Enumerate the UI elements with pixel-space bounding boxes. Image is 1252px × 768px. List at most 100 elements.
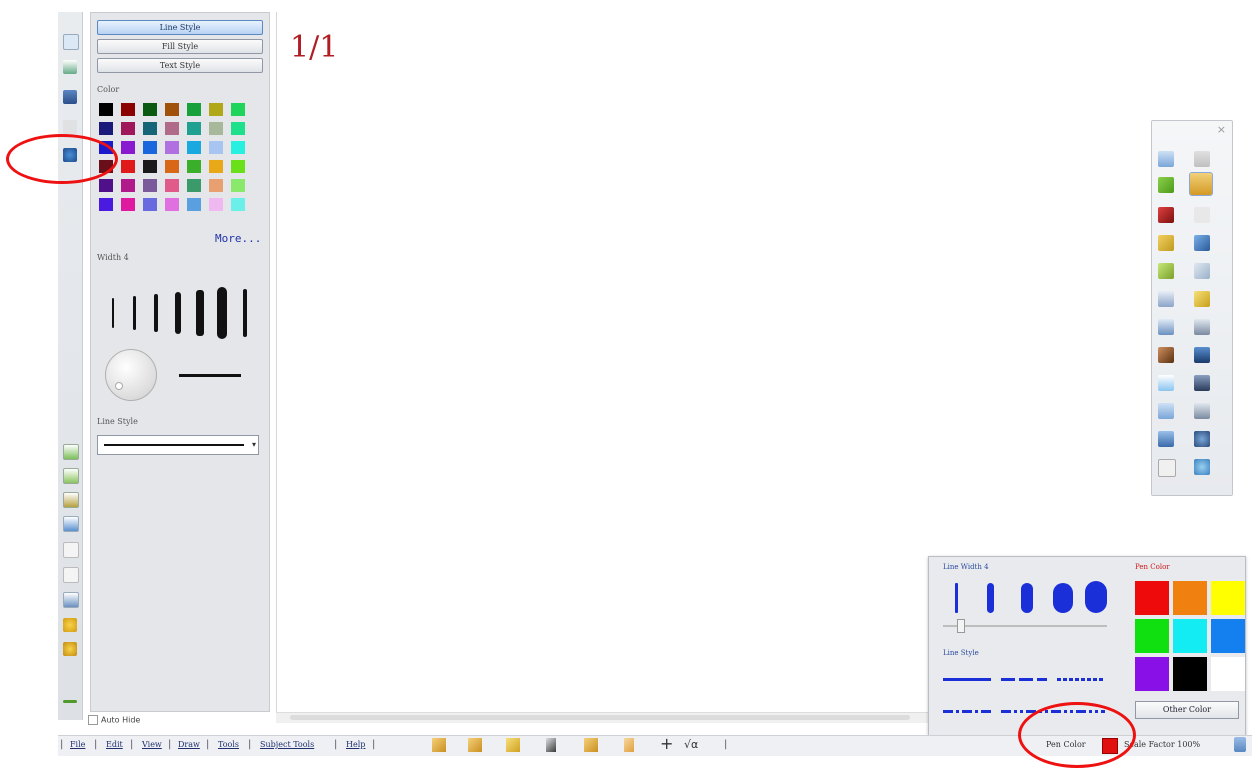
export-image-icon[interactable] [63,492,79,508]
split-screen-icon[interactable] [1158,431,1174,447]
magnifier-icon[interactable] [1194,431,1210,447]
screen-capture-icon[interactable] [63,90,77,104]
color-swatch[interactable] [231,141,245,154]
color-swatch[interactable] [187,198,201,211]
color-swatch[interactable] [99,122,113,135]
more-colors-link[interactable]: More... [215,232,261,245]
other-color-button[interactable]: Other Color [1135,701,1239,719]
line-style-solid[interactable] [943,678,991,681]
pen-tool-icon[interactable] [1189,172,1213,196]
trash-icon[interactable] [1234,737,1246,752]
calculator-icon[interactable] [1194,375,1210,391]
menu-help[interactable]: Help [346,740,365,749]
eraser-icon[interactable] [1158,263,1174,279]
globe-icon[interactable] [1194,459,1210,475]
text-box-icon[interactable] [1158,319,1174,335]
color-swatch[interactable] [143,160,157,173]
compass-icon[interactable] [546,738,556,752]
close-icon[interactable]: × [1217,123,1226,136]
collapse-bar-icon[interactable] [63,700,77,703]
color-swatch[interactable] [143,179,157,192]
pen-width-option-4[interactable] [1053,583,1073,613]
menu-tools[interactable]: Tools [218,740,239,749]
color-swatch[interactable] [209,160,223,173]
copy-page-icon[interactable] [63,567,79,583]
width-dial[interactable] [105,349,157,401]
line-style-dropdown[interactable]: ▾ [97,435,259,455]
color-swatch[interactable] [121,198,135,211]
brush-icon[interactable] [1194,235,1210,251]
document-icon[interactable] [1194,403,1210,419]
color-swatch[interactable] [165,103,179,116]
color-swatch[interactable] [209,179,223,192]
color-swatch[interactable] [231,179,245,192]
screen-shade-icon[interactable] [1158,375,1174,391]
width-option-4[interactable] [175,292,181,334]
protractor-icon[interactable] [506,738,520,752]
line-style-dashed[interactable] [1001,678,1015,681]
open-file-icon[interactable] [63,444,79,460]
lasso-icon[interactable] [1194,263,1210,279]
tab-fill-style[interactable]: Fill Style [97,39,263,54]
color-swatch[interactable] [209,103,223,116]
pen-color-swatch[interactable] [1211,657,1245,691]
print-icon[interactable] [63,592,79,608]
shape-fill-icon[interactable] [1194,291,1210,307]
line-style-dotted[interactable] [1057,678,1105,681]
auto-hide-toggle[interactable]: Auto Hide [88,715,178,727]
menu-subject-tools[interactable]: Subject Tools [260,740,314,749]
exit-icon[interactable] [1158,459,1176,477]
image-icon[interactable] [63,60,77,74]
color-swatch[interactable] [143,198,157,211]
pen-width-slider-thumb[interactable] [957,619,965,633]
color-swatch[interactable] [143,103,157,116]
blank-page-icon[interactable] [63,542,79,558]
color-swatch[interactable] [231,160,245,173]
width-option-3[interactable] [154,294,158,332]
color-swatch[interactable] [99,198,113,211]
tab-text-style[interactable]: Text Style [97,58,263,73]
triangle-ruler-icon[interactable] [584,738,598,752]
color-swatch[interactable] [165,160,179,173]
pen-color-swatch[interactable] [1135,657,1169,691]
width-option-2[interactable] [133,296,136,330]
color-swatch[interactable] [143,122,157,135]
spotlight-icon[interactable] [1194,347,1210,363]
color-swatch[interactable] [231,103,245,116]
formula-editor-icon[interactable]: √α [684,738,706,752]
menu-edit[interactable]: Edit [106,740,123,749]
menu-draw[interactable]: Draw [178,740,200,749]
color-swatch[interactable] [165,141,179,154]
note-icon[interactable] [1158,403,1174,419]
color-swatch[interactable] [231,122,245,135]
width-option-1[interactable] [112,298,114,328]
new-page-icon[interactable] [63,34,79,50]
pen-width-option-5[interactable] [1085,581,1107,613]
color-swatch[interactable] [187,179,201,192]
pen-color-swatch[interactable] [1173,581,1207,615]
color-swatch[interactable] [209,141,223,154]
width-option-6[interactable] [217,287,227,339]
chart-file-icon[interactable] [63,516,79,532]
pen-color-swatch[interactable] [1135,581,1169,615]
pen-width-option-1[interactable] [955,583,958,613]
save-file-icon[interactable] [63,468,79,484]
pen-color-swatch[interactable] [1211,619,1245,653]
color-swatch[interactable] [187,122,201,135]
color-swatch[interactable] [121,122,135,135]
pen-width-slider-track[interactable] [943,625,1107,627]
pen-color-swatch[interactable] [1135,619,1169,653]
auto-hide-checkbox[interactable] [88,715,98,725]
tab-line-style[interactable]: Line Style [97,20,263,35]
highlighter-icon[interactable] [1158,235,1174,251]
pencil-icon[interactable] [432,738,446,752]
pen-color-swatch[interactable] [1173,657,1207,691]
color-swatch[interactable] [209,122,223,135]
color-swatch[interactable] [143,141,157,154]
undo-icon[interactable] [1158,151,1174,167]
select-arrow-icon[interactable] [1158,177,1174,193]
ruler-icon[interactable] [468,738,482,752]
color-swatch[interactable] [231,198,245,211]
line-style-dash-dot[interactable] [943,710,991,713]
unlock-icon[interactable] [63,642,77,656]
